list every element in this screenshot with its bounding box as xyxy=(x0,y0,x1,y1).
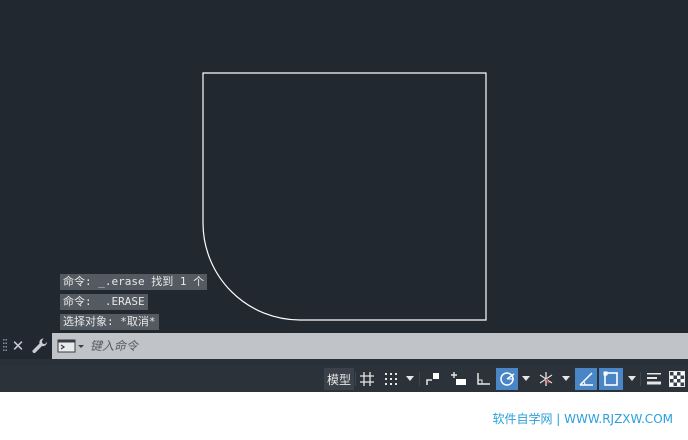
isodraft-icon[interactable] xyxy=(535,368,557,390)
command-input-area[interactable] xyxy=(52,333,688,359)
separator xyxy=(640,372,641,386)
separator xyxy=(355,372,356,386)
object-snap-icon[interactable] xyxy=(599,368,623,390)
history-line: 选择对象: *取消* xyxy=(60,314,159,330)
drawn-shape-outline[interactable] xyxy=(202,72,487,321)
object-snap-tracking-icon[interactable] xyxy=(575,368,597,390)
separator xyxy=(0,359,688,366)
infer-constraints-icon[interactable] xyxy=(422,368,444,390)
model-tab[interactable]: 模型 xyxy=(324,368,354,390)
chevron-down-icon[interactable] xyxy=(626,368,638,390)
history-line: 命令: .ERASE xyxy=(60,294,148,310)
command-prompt-icon[interactable] xyxy=(57,338,87,354)
chevron-down-icon[interactable] xyxy=(404,368,416,390)
command-input[interactable] xyxy=(90,336,670,356)
command-line-bar: ✕ xyxy=(0,333,688,359)
chevron-down-icon[interactable] xyxy=(520,368,532,390)
history-line: 命令: _.erase 找到 1 个 xyxy=(60,274,208,290)
wrench-icon[interactable] xyxy=(31,337,49,355)
watermark-text: 软件自学网 | WWW.RJZXW.COM xyxy=(492,412,673,426)
transparency-icon[interactable] xyxy=(667,368,687,390)
dynamic-input-icon[interactable] xyxy=(447,368,469,390)
footer: 软件自学网 | WWW.RJZXW.COM xyxy=(0,392,688,440)
close-icon[interactable]: ✕ xyxy=(11,336,25,356)
separator xyxy=(419,372,420,386)
grip-handle[interactable] xyxy=(2,338,8,354)
drawing-canvas[interactable]: 命令: _.erase 找到 1 个 命令: .ERASE 选择对象: *取消* xyxy=(0,0,688,333)
ortho-icon[interactable] xyxy=(472,368,494,390)
snap-dots-icon[interactable] xyxy=(381,368,401,390)
status-bar: 模型 xyxy=(0,366,688,392)
chevron-down-icon[interactable] xyxy=(560,368,572,390)
grid-icon[interactable] xyxy=(357,368,377,390)
polar-tracking-icon[interactable] xyxy=(496,368,518,390)
lineweight-icon[interactable] xyxy=(643,368,665,390)
